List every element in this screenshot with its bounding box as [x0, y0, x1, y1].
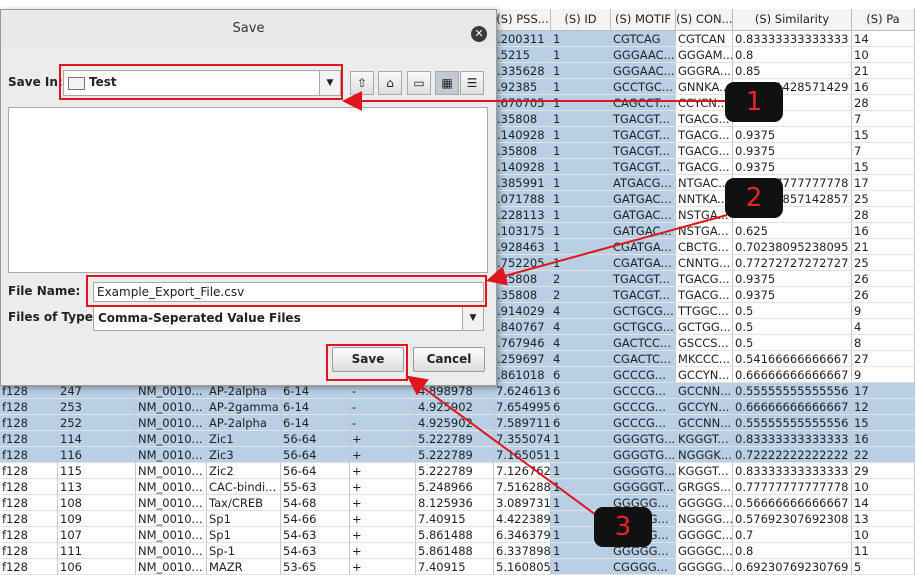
step-badge-2: 2	[725, 178, 783, 218]
arrow-2	[486, 214, 728, 286]
arrow-3	[406, 375, 597, 516]
step-badge-1: 1	[725, 82, 783, 122]
step-badge-3: 3	[594, 507, 652, 547]
